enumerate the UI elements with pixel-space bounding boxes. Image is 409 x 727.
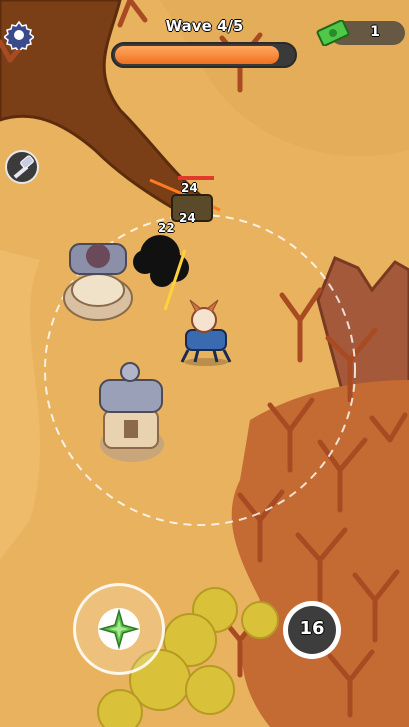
hammer-icon <box>13 155 34 179</box>
build-button[interactable] <box>5 150 39 184</box>
money-value: 1 <box>370 24 380 40</box>
wave-progress-bar <box>111 42 297 68</box>
wave-progress-fill <box>115 46 279 64</box>
movement-joystick[interactable] <box>73 583 165 675</box>
skill-count: 16 <box>299 618 325 639</box>
cannon-tower-1[interactable] <box>63 243 133 321</box>
cash-icon <box>316 20 350 46</box>
damage-number: 24 <box>179 211 196 225</box>
damage-number: 22 <box>158 221 175 235</box>
game-map <box>0 0 409 727</box>
damage-number: 24 <box>181 181 198 195</box>
compass-star-icon <box>98 608 140 650</box>
